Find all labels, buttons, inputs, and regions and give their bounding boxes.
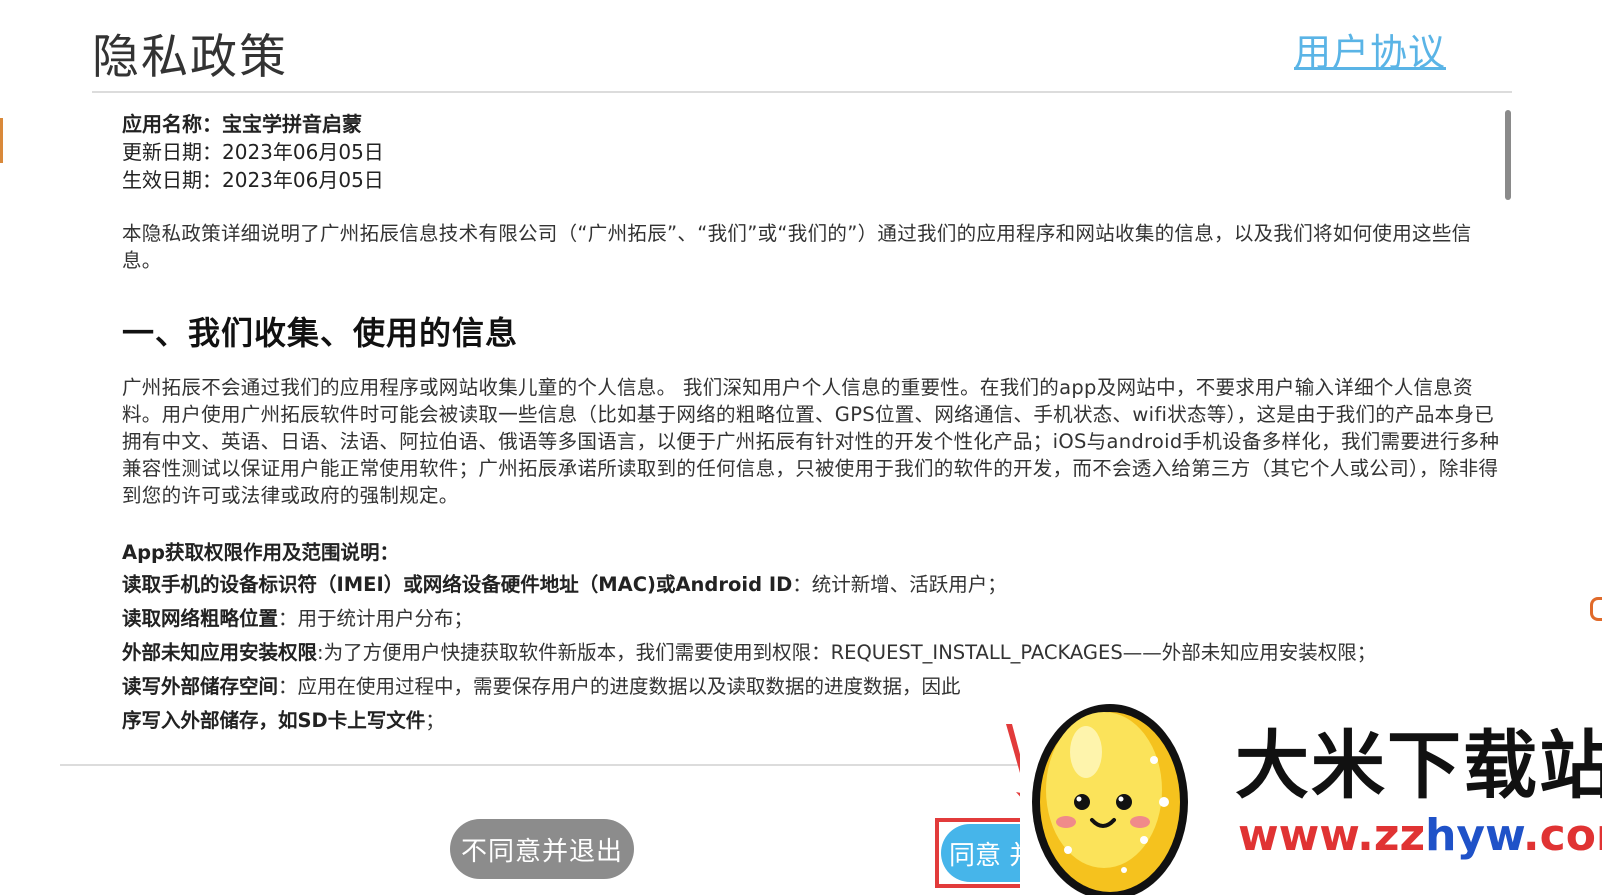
permission-value: ；	[425, 709, 445, 732]
section-heading: 一、我们收集、使用的信息	[122, 314, 519, 352]
highlight-frame	[935, 818, 1030, 888]
permission-item: 读取网络粗略位置：用于统计用户分布；	[122, 602, 473, 631]
permission-key: 读取网络粗略位置	[122, 607, 279, 630]
effective-date-label: 生效日期：	[122, 168, 222, 192]
permission-key: 读取手机的设备标识符（IMEI）或网络设备硬件地址（MAC)或Android I…	[122, 573, 793, 596]
intro-paragraph: 本隐私政策详细说明了广州拓辰信息技术有限公司（“广州拓辰”、“我们”或“我们的”…	[122, 222, 1472, 272]
user-agreement-link[interactable]: 用户协议	[1294, 22, 1446, 76]
policy-content[interactable]: 应用名称：宝宝学拼音启蒙 更新日期：2023年06月05日 生效日期：2023年…	[92, 96, 1512, 776]
watermark-url-suffix: .com	[1522, 810, 1602, 861]
decline-exit-button[interactable]: 不同意并退出	[450, 819, 634, 879]
privacy-policy-dialog: 隐私政策 用户协议 应用名称：宝宝学拼音启蒙 更新日期：2023年06月05日 …	[0, 0, 1602, 895]
permission-key: 读写外部储存空间	[122, 675, 279, 698]
policy-meta: 应用名称：宝宝学拼音启蒙 更新日期：2023年06月05日 生效日期：2023年…	[122, 110, 384, 194]
header-divider	[92, 91, 1512, 93]
updated-date-value: 2023年06月05日	[222, 140, 384, 164]
watermark-url-prefix: www.zz	[1238, 810, 1426, 861]
effective-date-row: 生效日期：2023年06月05日	[122, 166, 384, 194]
permission-value: ：应用在使用过程中，需要保存用户的进度数据以及读取数据的进度数据，因此	[278, 675, 961, 698]
footer-divider	[60, 764, 1512, 766]
watermark-site-url: www.zzhyw.com	[1238, 810, 1602, 861]
pointer-arrow-icon	[1006, 724, 1038, 810]
permission-item: 读写外部储存空间：应用在使用过程中，需要保存用户的进度数据以及读取数据的进度数据…	[122, 670, 961, 699]
permission-key: 序写入外部储存，如SD卡上写文件	[122, 709, 426, 732]
updated-date-row: 更新日期：2023年06月05日	[122, 138, 384, 166]
page-title: 隐私政策	[92, 30, 288, 85]
dialog-header: 隐私政策 用户协议	[0, 0, 1602, 93]
permission-value: ：统计新增、活跃用户；	[792, 573, 1007, 596]
app-name-row: 应用名称：宝宝学拼音启蒙	[122, 110, 384, 138]
permission-item: 外部未知应用安装权限:为了方便用户快捷获取软件新版本，我们需要使用到权限：REQ…	[122, 636, 1376, 665]
permission-key: 外部未知应用安装权限	[122, 641, 318, 664]
permission-value: :为了方便用户快捷获取软件新版本，我们需要使用到权限：REQUEST_INSTA…	[317, 641, 1377, 664]
content-scrollbar[interactable]	[1505, 110, 1511, 200]
edge-accent	[0, 118, 3, 163]
app-name-value: 宝宝学拼音启蒙	[222, 112, 362, 136]
permission-value: ：用于统计用户分布；	[278, 607, 474, 630]
app-name-label: 应用名称：	[122, 112, 222, 136]
effective-date-value: 2023年06月05日	[222, 168, 384, 192]
edge-mark	[1590, 597, 1602, 621]
permission-item: 读取手机的设备标识符（IMEI）或网络设备硬件地址（MAC)或Android I…	[122, 568, 1007, 597]
permission-item: 序写入外部储存，如SD卡上写文件；	[122, 704, 445, 733]
watermark-url-mid: hyw	[1425, 810, 1523, 861]
updated-date-label: 更新日期：	[122, 140, 222, 164]
section-paragraph: 广州拓辰不会通过我们的应用程序或网站收集儿童的个人信息。 我们深知用户个人信息的…	[122, 376, 1500, 507]
permissions-title: App获取权限作用及范围说明：	[122, 541, 400, 564]
